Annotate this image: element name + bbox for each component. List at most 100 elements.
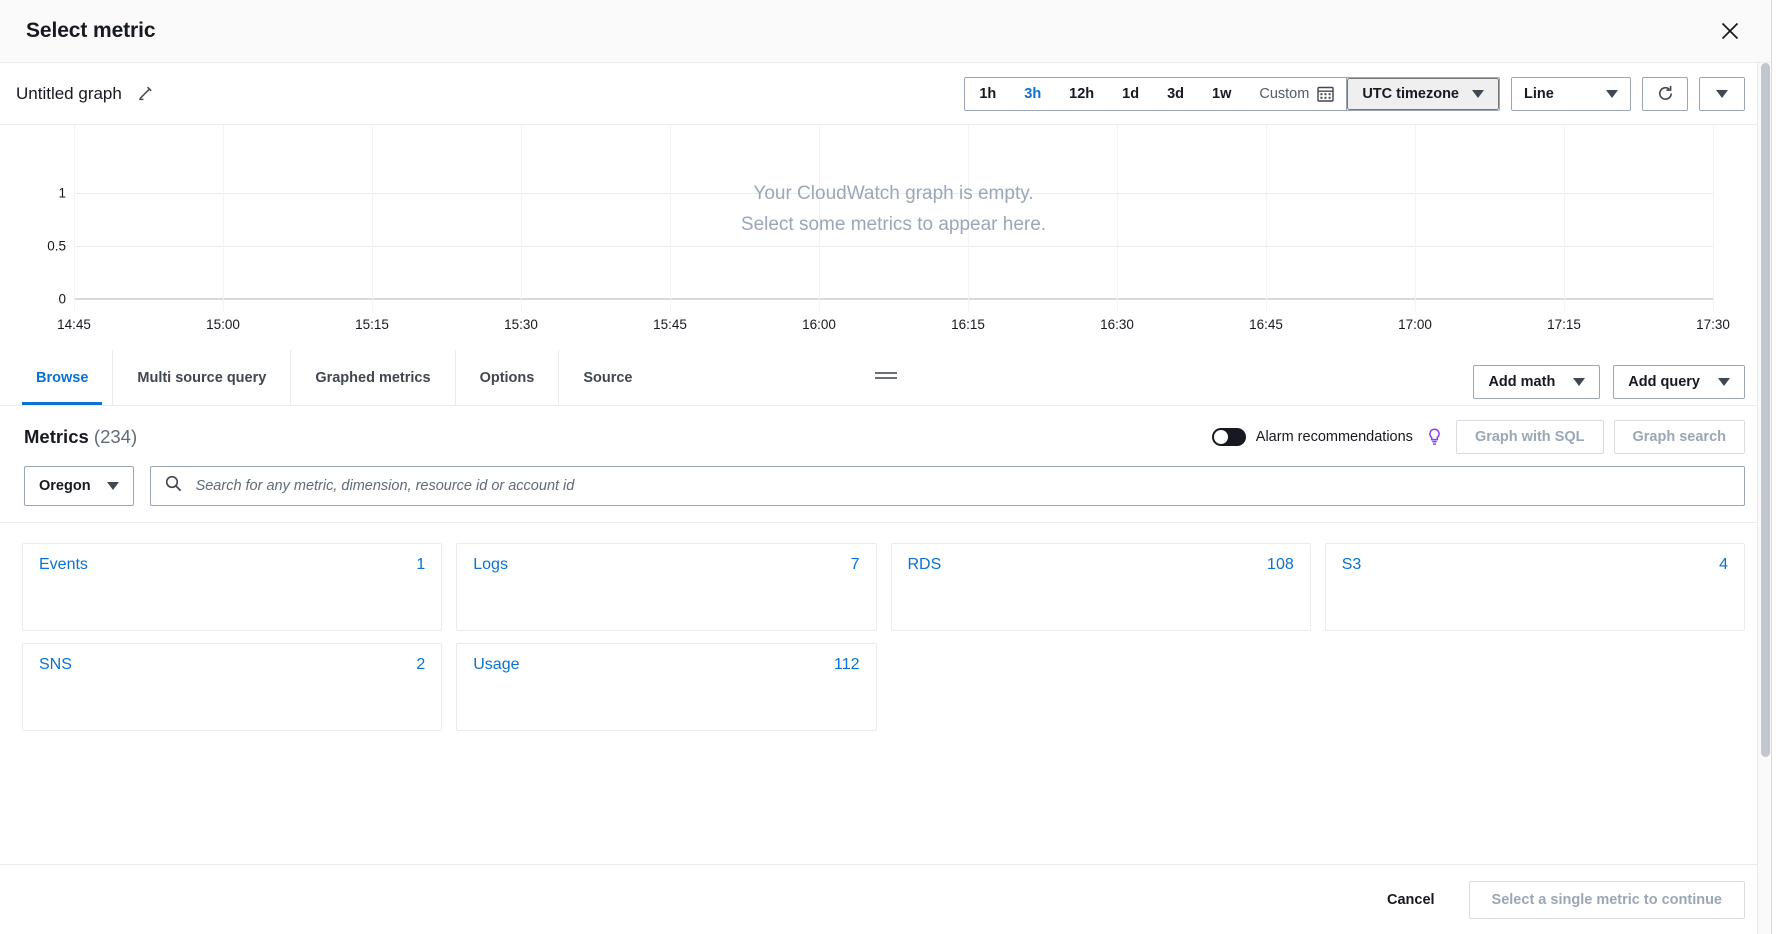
namespace-card[interactable]: Events 1: [22, 543, 443, 631]
tab-browse[interactable]: Browse: [12, 350, 114, 405]
time-range-3h[interactable]: 3h: [1010, 78, 1055, 110]
modal-header: Select metric: [0, 0, 1771, 63]
graph-search-button[interactable]: Graph search: [1613, 420, 1745, 454]
time-range-12h[interactable]: 12h: [1055, 78, 1108, 110]
region-selector[interactable]: Oregon: [24, 466, 134, 506]
refresh-icon: [1658, 85, 1672, 100]
alarm-recommendations-group: Alarm recommendations: [1211, 428, 1442, 446]
empty-message-line-1: Your CloudWatch graph is empty.: [753, 183, 1034, 204]
graph-canvas: 1 0.5 0 Your CloudWatch graph is empty. …: [0, 125, 1771, 351]
namespace-name: RDS: [907, 556, 942, 573]
namespace-count: 2: [416, 656, 426, 673]
chevron-down-icon: [1718, 378, 1730, 386]
cancel-button[interactable]: Cancel: [1377, 884, 1445, 916]
add-math-button[interactable]: Add math: [1473, 365, 1601, 399]
graph-title-group: Untitled graph: [16, 84, 155, 104]
namespace-count: 112: [833, 656, 860, 673]
namespace-card[interactable]: S3 4: [1324, 543, 1745, 631]
tab-options[interactable]: Options: [456, 350, 560, 405]
y-axis: 1 0.5 0: [0, 125, 66, 311]
time-range-1w[interactable]: 1w: [1198, 78, 1245, 110]
x-axis-labels: 14:45 15:00 15:15 15:30 15:45 16:00 16:15 16:30…: [57, 317, 1730, 347]
scrollbar-thumb[interactable]: [1761, 63, 1770, 757]
chevron-down-icon: [1472, 89, 1484, 98]
tab-source[interactable]: Source: [559, 350, 656, 405]
graph-name: Untitled graph: [16, 83, 122, 103]
namespace-card[interactable]: Logs 7: [456, 543, 877, 631]
timezone-label: UTC timezone: [1362, 85, 1459, 102]
time-range-1d[interactable]: 1d: [1108, 78, 1153, 110]
time-range-custom[interactable]: Custom: [1245, 78, 1317, 110]
graph-toolbar: Untitled graph 1h 3h 12h 1d 3d 1w Custom: [0, 63, 1771, 125]
namespace-card-area: Events 1 Logs 7 RDS 108 S3 4 SNS 2 Usage 112: [0, 523, 1771, 731]
time-range-3d[interactable]: 3d: [1153, 78, 1198, 110]
metrics-header-bar: Metrics (234) Alarm recommendations Grap…: [0, 406, 1771, 466]
metrics-title-label: Metrics: [24, 426, 89, 447]
pencil-icon[interactable]: [136, 84, 155, 103]
x-tick-label: 16:45: [1249, 317, 1283, 332]
toolbar-controls: 1h 3h 12h 1d 3d 1w Custom UTC timezone L…: [964, 76, 1745, 111]
panel-resize-handle[interactable]: [874, 372, 897, 379]
region-label: Oregon: [39, 478, 91, 494]
x-axis-line: [74, 298, 1713, 300]
x-tick-label: 15:45: [653, 317, 687, 332]
namespace-count: 4: [1719, 556, 1728, 573]
y-tick-0: 0: [58, 291, 66, 307]
namespace-name: Logs: [473, 556, 508, 573]
vertical-scrollbar[interactable]: [1757, 63, 1771, 934]
namespace-name: Events: [39, 556, 88, 573]
namespace-card[interactable]: SNS 2: [22, 643, 443, 731]
namespace-count: 1: [416, 556, 426, 573]
search-input[interactable]: [193, 477, 1730, 495]
search-row: Oregon: [0, 466, 1771, 523]
chevron-down-icon: [1606, 89, 1618, 98]
search-icon: [165, 475, 182, 497]
tab-list: Browse Multi source query Graphed metric…: [0, 350, 657, 405]
add-math-label: Add math: [1488, 374, 1556, 390]
empty-message-line-2: Select some metrics to appear here.: [740, 213, 1047, 235]
x-tick-label: 17:00: [1398, 317, 1432, 332]
metrics-count: (234): [93, 426, 138, 447]
chart-type-label: Line: [1524, 85, 1554, 102]
time-range-1h[interactable]: 1h: [965, 78, 1010, 110]
x-gridline: [1713, 125, 1714, 311]
chart-type-selector[interactable]: Line: [1511, 76, 1631, 111]
namespace-name: S3: [1341, 556, 1362, 573]
close-icon[interactable]: [1715, 16, 1745, 46]
namespace-count: 7: [850, 556, 860, 573]
x-tick-label: 15:30: [504, 317, 538, 332]
select-metric-continue-button[interactable]: Select a single metric to continue: [1468, 880, 1745, 919]
toggle-knob: [1213, 430, 1228, 444]
tab-multi-source-query[interactable]: Multi source query: [113, 350, 292, 405]
y-tick-1: 1: [58, 185, 66, 201]
refresh-button[interactable]: [1642, 76, 1688, 111]
x-tick-label: 17:30: [1696, 317, 1730, 332]
info-bulb-icon[interactable]: [1427, 428, 1442, 446]
modal-footer: Cancel Select a single metric to continu…: [0, 864, 1771, 934]
search-box[interactable]: [149, 466, 1745, 506]
namespace-card[interactable]: Usage 112: [456, 643, 877, 731]
calendar-icon[interactable]: [1317, 85, 1346, 102]
x-tick-label: 16:00: [802, 317, 836, 332]
y-tick-0-5: 0.5: [47, 238, 66, 254]
x-tick-label: 14:45: [57, 317, 91, 332]
x-tick-label: 16:30: [1100, 317, 1134, 332]
graph-with-sql-button[interactable]: Graph with SQL: [1455, 420, 1604, 454]
tab-graphed-metrics[interactable]: Graphed metrics: [291, 350, 456, 405]
refresh-options-button[interactable]: [1699, 76, 1745, 111]
chevron-down-icon: [1573, 378, 1586, 386]
add-query-label: Add query: [1628, 374, 1700, 390]
x-tick-label: 17:15: [1547, 317, 1581, 332]
page-title: Select metric: [26, 19, 156, 42]
gridline: [74, 246, 1713, 247]
timezone-selector[interactable]: UTC timezone: [1347, 77, 1499, 110]
x-tick-label: 16:15: [951, 317, 985, 332]
empty-graph-message: Your CloudWatch graph is empty. Select s…: [74, 179, 1713, 241]
alarm-recommendations-label: Alarm recommendations: [1255, 429, 1413, 445]
metrics-actions: Alarm recommendations Graph with SQL Gra…: [1211, 420, 1745, 454]
namespace-count: 108: [1267, 556, 1294, 573]
namespace-card[interactable]: RDS 108: [890, 543, 1311, 631]
add-query-button[interactable]: Add query: [1613, 365, 1745, 399]
alarm-recommendations-toggle[interactable]: [1211, 428, 1246, 446]
x-tick-label: 15:00: [206, 317, 240, 332]
